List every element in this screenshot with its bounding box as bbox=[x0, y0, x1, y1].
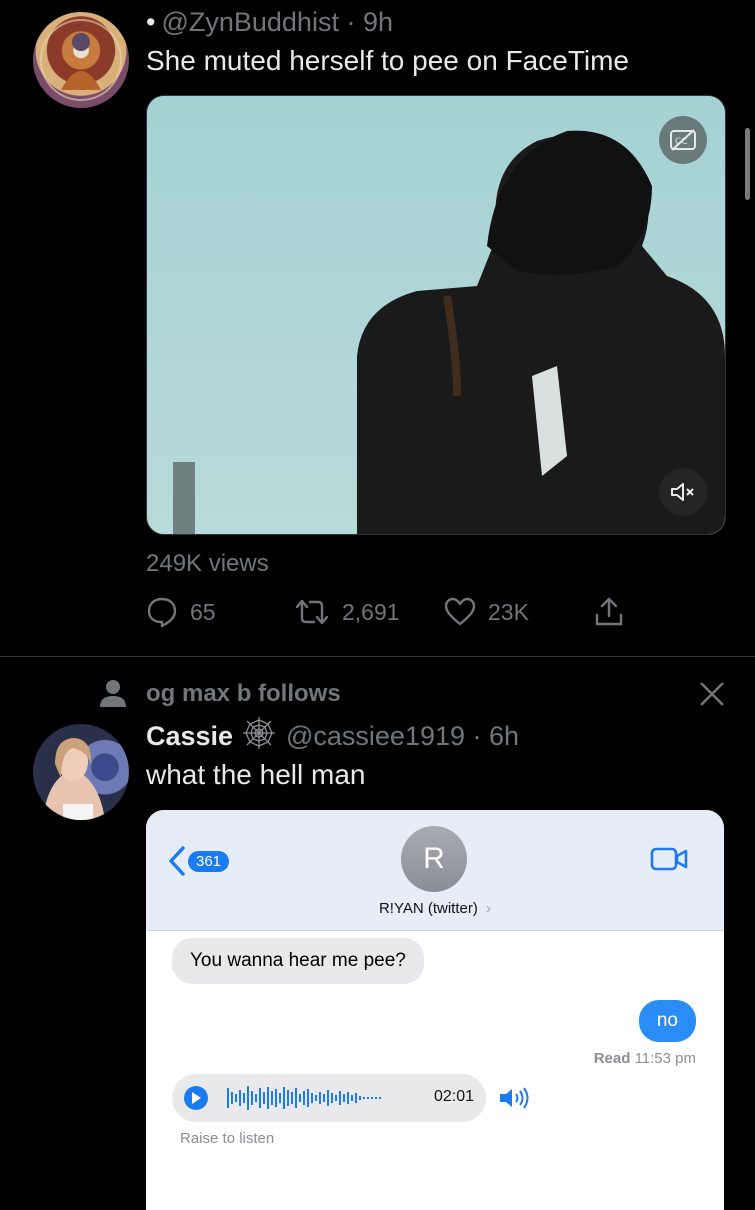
speaker-icon bbox=[498, 1086, 532, 1115]
captions-button[interactable]: CC bbox=[659, 116, 707, 164]
retweet-count: 2,691 bbox=[342, 598, 400, 625]
video-camera-icon bbox=[650, 847, 688, 871]
captions-off-icon: CC bbox=[670, 129, 696, 151]
like-count: 23K bbox=[488, 598, 529, 625]
heart-icon bbox=[444, 597, 476, 626]
like-button[interactable]: 23K bbox=[444, 596, 529, 628]
imessage-header: 361 R R!YAN (twitter) › bbox=[146, 810, 724, 931]
social-context: og max b follows bbox=[146, 680, 341, 707]
retweet-icon bbox=[295, 599, 329, 625]
reply-button[interactable]: 65 bbox=[146, 596, 216, 628]
tweet1-views: 249K views bbox=[146, 550, 269, 577]
read-receipt: Read 11:53 pm bbox=[594, 1050, 696, 1067]
tweet1-header: • @ZynBuddhist · 9h bbox=[146, 2, 393, 42]
audio-duration: 02:01 bbox=[434, 1088, 475, 1105]
tweet1-video[interactable]: CC bbox=[146, 95, 726, 535]
bullet: • bbox=[146, 7, 156, 37]
profile-photo bbox=[43, 738, 105, 820]
dismiss-button[interactable] bbox=[698, 680, 726, 713]
tweet1-action-bar: 65 2,691 23K bbox=[146, 596, 666, 630]
raise-to-listen-label: Raise to listen bbox=[180, 1130, 275, 1147]
monk-figure-icon bbox=[40, 19, 122, 101]
tweet-divider bbox=[0, 656, 755, 657]
unread-count-badge: 361 bbox=[188, 850, 230, 872]
share-button[interactable] bbox=[594, 596, 624, 628]
person-icon bbox=[98, 678, 128, 713]
waveform-icon bbox=[227, 1086, 381, 1110]
contact-avatar: R bbox=[401, 826, 467, 892]
back-button: 361 bbox=[168, 846, 230, 876]
tweet2-handle-time[interactable]: @cassiee1919 · 6h bbox=[286, 721, 519, 751]
unmute-button[interactable] bbox=[659, 468, 707, 516]
facetime-video-button bbox=[650, 846, 688, 877]
outgoing-message-bubble: no bbox=[638, 1000, 696, 1042]
tweet2-header: Cassie @cassiee1919 · 6h bbox=[146, 716, 519, 756]
play-icon bbox=[184, 1086, 208, 1110]
retweet-button[interactable]: 2,691 bbox=[294, 596, 400, 628]
tweet1-handle-time[interactable]: @ZynBuddhist · 9h bbox=[161, 7, 393, 37]
incoming-message-bubble: You wanna hear me pee? bbox=[172, 938, 424, 984]
audio-message-bubble: 02:01 bbox=[172, 1074, 486, 1122]
tweet2-text: what the hell man bbox=[146, 759, 366, 790]
author-name[interactable]: Cassie bbox=[146, 721, 233, 751]
speaker-muted-icon bbox=[671, 483, 694, 501]
reply-count: 65 bbox=[190, 598, 216, 625]
cassie-avatar[interactable] bbox=[33, 724, 129, 820]
video-frame-image bbox=[147, 96, 725, 534]
contact-name: R!YAN (twitter) bbox=[378, 900, 478, 917]
read-time: 11:53 pm bbox=[634, 1050, 696, 1067]
tweet2-image[interactable]: 361 R R!YAN (twitter) › You wanna hear m… bbox=[146, 810, 724, 1210]
close-icon bbox=[700, 682, 724, 706]
contact-name-row: R!YAN (twitter) › bbox=[146, 900, 724, 917]
scrollbar[interactable] bbox=[745, 128, 750, 200]
share-icon bbox=[595, 597, 623, 626]
zynbuddhist-avatar[interactable] bbox=[33, 12, 129, 108]
reply-icon bbox=[147, 597, 177, 628]
read-label: Read bbox=[593, 1050, 631, 1067]
tweet1-text: She muted herself to pee on FaceTime bbox=[146, 45, 629, 76]
chevron-right-icon: › bbox=[486, 900, 492, 917]
chevron-left-icon bbox=[169, 846, 185, 876]
